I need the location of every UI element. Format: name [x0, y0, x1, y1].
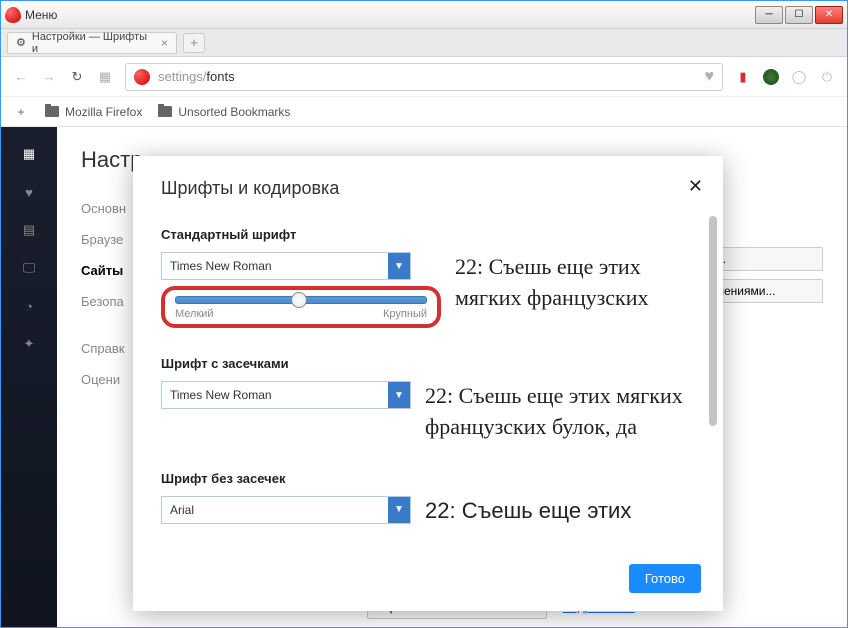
- new-tab-button[interactable]: +: [183, 33, 205, 53]
- tab-settings[interactable]: ⚙ Настройки — Шрифты и ×: [7, 32, 177, 54]
- tab-title: Настройки — Шрифты и: [32, 31, 155, 55]
- serif-font-select[interactable]: Times New Roman ▼: [161, 381, 411, 409]
- font-size-slider[interactable]: [175, 296, 427, 304]
- tab-bar: ⚙ Настройки — Шрифты и × +: [1, 29, 847, 57]
- sans-font-label: Шрифт без засечек: [161, 471, 695, 486]
- sans-font-select[interactable]: Arial ▼: [161, 496, 411, 524]
- history-icon[interactable]: ◔: [20, 297, 38, 315]
- select-value: Arial: [170, 503, 194, 517]
- bookmark-label: Unsorted Bookmarks: [178, 105, 290, 119]
- dialog-close-button[interactable]: ✕: [688, 176, 703, 197]
- gear-icon: ⚙: [16, 36, 26, 49]
- reload-button[interactable]: ↻: [69, 69, 85, 85]
- slider-thumb[interactable]: [291, 292, 307, 308]
- slider-min-label: Мелкий: [175, 308, 214, 320]
- close-button[interactable]: ✕: [815, 6, 843, 24]
- folder-icon: [45, 106, 59, 117]
- standard-font-select[interactable]: Times New Roman ▼: [161, 252, 411, 280]
- bookmark-heart-icon[interactable]: ♥: [705, 68, 715, 86]
- display-icon[interactable]: 🖵: [20, 259, 38, 277]
- add-bookmark-button[interactable]: +: [13, 104, 29, 120]
- opera-logo-icon: [5, 7, 21, 23]
- standard-font-label: Стандартный шрифт: [161, 227, 695, 242]
- forward-button[interactable]: →: [41, 69, 57, 84]
- speed-dial-icon[interactable]: ▦: [97, 69, 113, 85]
- heart-icon[interactable]: ♥: [20, 183, 38, 201]
- bookmark-label: Mozilla Firefox: [65, 105, 142, 119]
- tab-close-icon[interactable]: ×: [161, 36, 168, 50]
- select-value: Times New Roman: [170, 388, 272, 402]
- sidebar-toggle-icon[interactable]: ▮: [735, 69, 751, 85]
- minimize-button[interactable]: ─: [755, 6, 783, 24]
- standard-font-preview: 22: Съешь еще этих мягких французских бу…: [455, 252, 695, 314]
- chevron-down-icon: ▼: [388, 253, 410, 279]
- grid-icon[interactable]: ▦: [20, 145, 38, 163]
- url-text: settings/fonts: [158, 69, 235, 84]
- bookmarks-bar: + Mozilla Firefox Unsorted Bookmarks: [1, 97, 847, 127]
- serif-font-label: Шрифт с засечками: [161, 356, 695, 371]
- window-titlebar: Меню ─ ☐ ✕: [1, 1, 847, 29]
- scrollbar[interactable]: [709, 216, 717, 426]
- select-value: Times New Roman: [170, 259, 272, 273]
- serif-font-preview: 22: Съешь еще этих мягких французских бу…: [425, 381, 695, 443]
- bookmark-folder-firefox[interactable]: Mozilla Firefox: [45, 105, 142, 119]
- chevron-down-icon: ▼: [388, 382, 410, 408]
- power-icon[interactable]: ⏻: [819, 69, 835, 85]
- url-input[interactable]: settings/fonts ♥: [125, 63, 723, 91]
- left-sidebar: ▦ ♥ ▤ 🖵 ◔ ✦: [1, 127, 57, 627]
- opera-o-icon: [134, 69, 150, 85]
- back-button[interactable]: ←: [13, 69, 29, 84]
- font-size-slider-highlight: Мелкий Крупный: [161, 286, 441, 328]
- globe-icon[interactable]: [763, 69, 779, 85]
- chevron-down-icon: ▼: [388, 497, 410, 523]
- shield-icon[interactable]: ◯: [791, 69, 807, 85]
- done-button[interactable]: Готово: [629, 564, 701, 593]
- bookmark-folder-unsorted[interactable]: Unsorted Bookmarks: [158, 105, 290, 119]
- sans-font-preview: 22: Съешь еще этих: [425, 496, 695, 527]
- extensions-icon[interactable]: ✦: [20, 335, 38, 353]
- news-icon[interactable]: ▤: [20, 221, 38, 239]
- slider-max-label: Крупный: [383, 308, 427, 320]
- menu-button[interactable]: Меню: [25, 8, 57, 22]
- address-bar: ← → ↻ ▦ settings/fonts ♥ ▮ ◯ ⏻: [1, 57, 847, 97]
- dialog-title: Шрифты и кодировка: [161, 178, 695, 199]
- maximize-button[interactable]: ☐: [785, 6, 813, 24]
- folder-icon: [158, 106, 172, 117]
- fonts-encoding-dialog: Шрифты и кодировка ✕ Стандартный шрифт T…: [133, 156, 723, 611]
